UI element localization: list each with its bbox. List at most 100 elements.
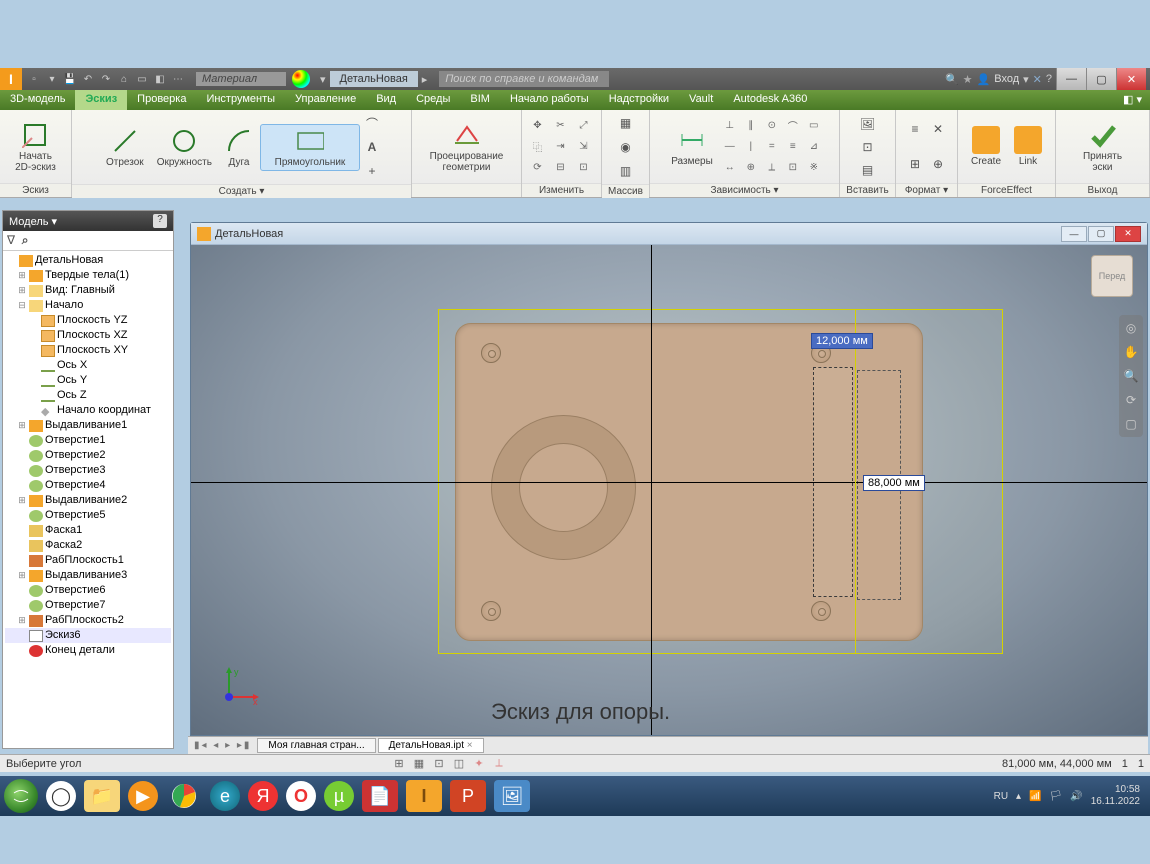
- stretch-icon[interactable]: ⇲: [574, 137, 594, 157]
- tree-plane-xy[interactable]: Плоскость XY: [5, 343, 171, 358]
- taskbar-pdf-icon[interactable]: 📄: [362, 780, 398, 812]
- tree-axis-z[interactable]: Ось Z: [5, 388, 171, 403]
- status-snap-icon[interactable]: ⊞: [390, 757, 408, 771]
- signin-dropdown-icon[interactable]: ▾: [1023, 73, 1029, 86]
- mirror-icon[interactable]: ▥: [615, 160, 637, 182]
- nav-pan-icon[interactable]: ✋: [1122, 343, 1140, 361]
- signin-link[interactable]: Вход: [994, 73, 1019, 85]
- constraint-icon[interactable]: ⊕: [741, 158, 761, 178]
- constraint-icon[interactable]: |: [741, 137, 761, 157]
- qat-material-icon[interactable]: ◧: [152, 71, 168, 87]
- taskbar-chrome-icon[interactable]: [166, 780, 202, 812]
- document-titlebar[interactable]: ДетальНовая — ▢ ✕: [191, 223, 1147, 245]
- qat-undo-icon[interactable]: ↶: [80, 71, 96, 87]
- dimension-value-top[interactable]: 12,000 мм: [811, 333, 873, 349]
- exchange-icon[interactable]: ✕: [1033, 73, 1042, 86]
- constraint-icon[interactable]: ⟂: [762, 158, 782, 178]
- constraint-icon[interactable]: ≡: [783, 137, 803, 157]
- nav-lookat-icon[interactable]: ▢: [1122, 415, 1140, 433]
- docwin-close-button[interactable]: ✕: [1115, 226, 1141, 242]
- taskbar-inventor-icon[interactable]: I: [406, 780, 442, 812]
- scale-icon[interactable]: ⤢: [574, 116, 594, 136]
- docwin-maximize-button[interactable]: ▢: [1088, 226, 1114, 242]
- tab-vault[interactable]: Vault: [679, 90, 723, 110]
- qat-select-icon[interactable]: ▭: [134, 71, 150, 87]
- finish-sketch-button[interactable]: Принять эски: [1077, 119, 1128, 175]
- tray-flag-icon[interactable]: 🏳: [1050, 791, 1063, 802]
- offset-icon[interactable]: ⊡: [574, 158, 594, 178]
- constraint-icon[interactable]: ⊡: [783, 158, 803, 178]
- tree-axis-y[interactable]: Ось Y: [5, 373, 171, 388]
- material-dropdown[interactable]: Материал: [196, 72, 286, 86]
- tree-solids[interactable]: ⊞Твердые тела(1): [5, 268, 171, 283]
- tree-hole1[interactable]: Отверстие1: [5, 433, 171, 448]
- tree-plane-yz[interactable]: Плоскость YZ: [5, 313, 171, 328]
- doctab-nav-controls[interactable]: ▮◂ ◂ ▸ ▸▮: [188, 740, 257, 751]
- tree-extrude3[interactable]: ⊞Выдавливание3: [5, 568, 171, 583]
- tab-get-started[interactable]: Начало работы: [500, 90, 599, 110]
- trim-icon[interactable]: ✂: [551, 116, 571, 136]
- tray-clock[interactable]: 10:58 16.11.2022: [1091, 784, 1146, 808]
- taskbar-photos-icon[interactable]: 🖼: [494, 780, 530, 812]
- app-logo[interactable]: I: [0, 68, 22, 90]
- format-icon[interactable]: ≡: [904, 118, 926, 140]
- text-button[interactable]: A: [361, 136, 383, 158]
- nav-wheel-icon[interactable]: ◎: [1122, 319, 1140, 337]
- project-geometry-button[interactable]: Проецирование геометрии: [424, 119, 510, 175]
- format-icon[interactable]: ⊕: [927, 153, 949, 175]
- doctab-part[interactable]: ДетальНовая.ipt ×: [378, 738, 484, 753]
- qat-save-icon[interactable]: 💾: [62, 71, 78, 87]
- tray-lang[interactable]: RU: [994, 791, 1008, 802]
- tree-hole7[interactable]: Отверстие7: [5, 598, 171, 613]
- tree-extrude2[interactable]: ⊞Выдавливание2: [5, 493, 171, 508]
- status-auto-icon[interactable]: ⟂: [490, 757, 508, 771]
- nav-zoom-icon[interactable]: 🔍: [1122, 367, 1140, 385]
- window-close-button[interactable]: ✕: [1116, 68, 1146, 90]
- nav-orbit-icon[interactable]: ⟳: [1122, 391, 1140, 409]
- extend-icon[interactable]: ⇥: [551, 137, 571, 157]
- tree-workplane2[interactable]: ⊞РабПлоскость2: [5, 613, 171, 628]
- panel-label-create[interactable]: Создать ▾: [72, 184, 411, 198]
- taskbar-yandex-icon[interactable]: ◯: [46, 781, 76, 811]
- tray-volume-icon[interactable]: 🔊: [1070, 791, 1082, 802]
- status-constraint-icon[interactable]: ⊡: [430, 757, 448, 771]
- constraint-icon[interactable]: ▭: [804, 116, 824, 136]
- filter-icon[interactable]: ∇: [7, 233, 15, 247]
- taskbar-utorrent-icon[interactable]: µ: [324, 781, 354, 811]
- move-icon[interactable]: ✥: [528, 116, 548, 136]
- viewport[interactable]: 12,000 мм 88,000 мм Перед ◎ ✋ 🔍 ⟳ ▢ y x …: [191, 245, 1147, 735]
- qat-new-icon[interactable]: ▫: [26, 71, 42, 87]
- taskbar-powerpoint-icon[interactable]: P: [450, 780, 486, 812]
- status-dim-icon[interactable]: ✦: [470, 757, 488, 771]
- format-icon[interactable]: ⊞: [904, 153, 926, 175]
- tab-close-icon[interactable]: ×: [467, 740, 473, 751]
- window-maximize-button[interactable]: ▢: [1086, 68, 1116, 90]
- qat-dropdown-icon[interactable]: ▾: [316, 73, 330, 86]
- constraint-icon[interactable]: ※: [804, 158, 824, 178]
- tab-bim[interactable]: BIM: [460, 90, 500, 110]
- taskbar-edge-icon[interactable]: e: [210, 781, 240, 811]
- point-button[interactable]: +: [361, 160, 383, 182]
- tab-manage[interactable]: Управление: [285, 90, 366, 110]
- appearance-dropdown[interactable]: [292, 70, 310, 88]
- model-browser-header[interactable]: Модель ▾ ?: [3, 211, 173, 231]
- taskbar-explorer-icon[interactable]: 📁: [84, 780, 120, 812]
- dimension-value-right[interactable]: 88,000 мм: [863, 475, 925, 491]
- start-2d-sketch-button[interactable]: Начать 2D-эскиз: [9, 119, 62, 175]
- tray-up-icon[interactable]: ▴: [1016, 791, 1021, 802]
- taskbar-media-icon[interactable]: ▶: [128, 781, 158, 811]
- format-icon[interactable]: ✕: [927, 118, 949, 140]
- help-search-input[interactable]: Поиск по справке и командам: [439, 71, 609, 87]
- circle-button[interactable]: Окружность: [151, 125, 218, 170]
- tab-a360[interactable]: Autodesk A360: [723, 90, 817, 110]
- fillet-button[interactable]: ⌒: [361, 112, 383, 134]
- window-minimize-button[interactable]: —: [1056, 68, 1086, 90]
- tab-environments[interactable]: Среды: [406, 90, 460, 110]
- constraint-icon[interactable]: ⌒: [783, 116, 803, 136]
- panel-label-format[interactable]: Формат ▾: [896, 183, 957, 197]
- find-icon[interactable]: ⌕: [22, 233, 29, 247]
- qat-redo-icon[interactable]: ↷: [98, 71, 114, 87]
- tree-origin[interactable]: ⊟Начало: [5, 298, 171, 313]
- tree-extrude1[interactable]: ⊞Выдавливание1: [5, 418, 171, 433]
- tree-root[interactable]: ДетальНовая: [5, 253, 171, 268]
